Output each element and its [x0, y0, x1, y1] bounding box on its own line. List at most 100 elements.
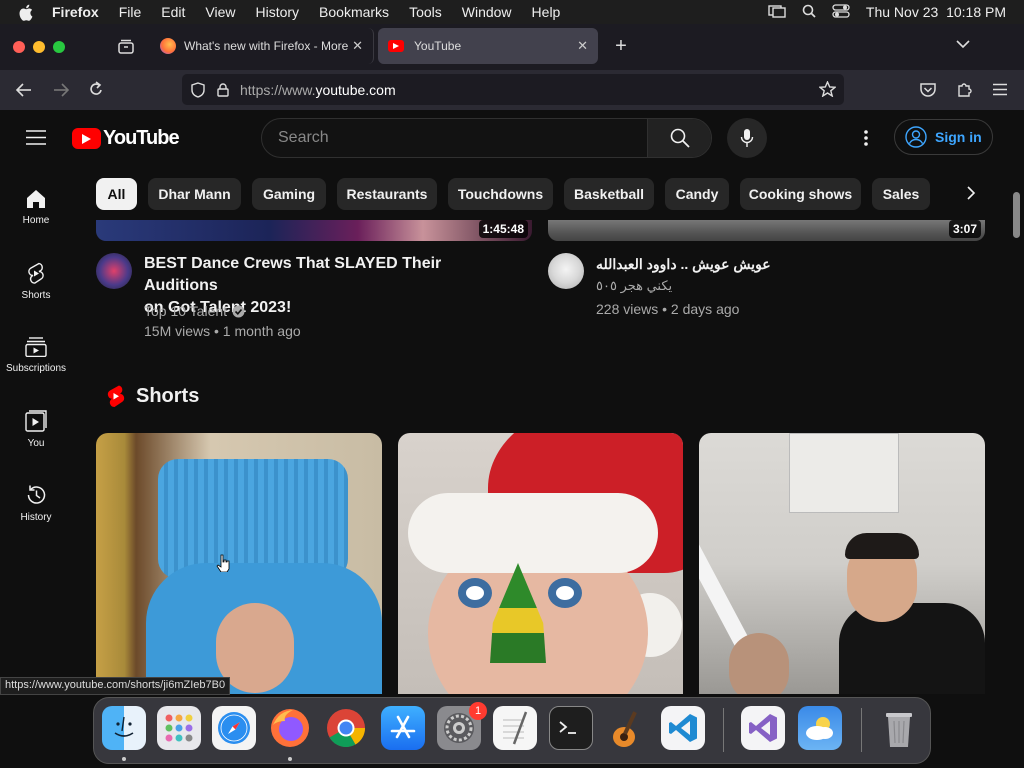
menu-edit[interactable]: Edit — [161, 4, 185, 20]
dock-launchpad-icon[interactable] — [157, 706, 201, 750]
channel-name[interactable]: يكني هجر ٥٠٥ — [596, 278, 672, 294]
tab-youtube[interactable]: YouTube ✕ — [378, 28, 598, 64]
address-bar[interactable]: https://www.youtube.com — [182, 74, 844, 105]
youtube-logo-text: YouTube — [103, 127, 180, 149]
sidebar-item-history[interactable]: History — [0, 466, 72, 540]
apple-icon[interactable] — [18, 4, 36, 21]
dock-textedit-icon[interactable] — [493, 706, 537, 750]
tab-firefox-whats-new[interactable]: What's new with Firefox - More ✕ — [150, 28, 374, 64]
firefox-view-icon[interactable] — [117, 39, 135, 55]
chip-gaming[interactable]: Gaming — [252, 178, 326, 210]
sidebar-item-label: You — [27, 437, 45, 449]
back-arrow-icon[interactable] — [15, 82, 33, 98]
dock-vscode-icon[interactable] — [661, 706, 705, 750]
minimize-window-button[interactable] — [33, 41, 45, 53]
short-figure-eye — [458, 578, 492, 608]
chip-candy[interactable]: Candy — [665, 178, 729, 210]
sidebar-item-shorts[interactable]: Shorts — [0, 244, 72, 318]
url-prefix: https://www. — [240, 81, 316, 98]
sidebar-item-subscriptions[interactable]: Subscriptions — [0, 318, 72, 392]
dock-visual-studio-icon[interactable] — [741, 706, 785, 750]
dock-weather-icon[interactable] — [798, 706, 842, 750]
chip-basketball[interactable]: Basketball — [564, 178, 654, 210]
menu-bookmarks[interactable]: Bookmarks — [319, 4, 389, 20]
menu-window[interactable]: Window — [462, 4, 512, 20]
dock-app-store-icon[interactable] — [381, 706, 425, 750]
video-title[interactable]: عويش عويش .. داوود العبدالله — [596, 253, 771, 275]
menubar-clock[interactable]: Thu Nov 23 10:18 PM — [866, 4, 1006, 20]
channel-avatar[interactable] — [548, 253, 584, 289]
new-tab-icon[interactable]: + — [612, 35, 630, 57]
menu-view[interactable]: View — [205, 4, 235, 20]
browser-nav-bar: https://www.youtube.com — [0, 70, 1024, 110]
menu-file[interactable]: File — [119, 4, 142, 20]
forward-arrow-icon[interactable] — [52, 82, 70, 98]
channel-avatar[interactable] — [96, 253, 132, 289]
url-text[interactable]: https://www.youtube.com — [240, 82, 396, 98]
channel-name[interactable]: Top 10 Talent — [144, 303, 245, 319]
dock-firefox-icon[interactable] — [268, 706, 312, 750]
chip-cooking-shows[interactable]: Cooking shows — [740, 178, 861, 210]
chip-restaurants[interactable]: Restaurants — [337, 178, 437, 210]
list-all-tabs-chevron-icon[interactable] — [955, 39, 971, 49]
sign-in-button[interactable]: Sign in — [894, 119, 993, 155]
spotlight-search-icon[interactable] — [802, 4, 816, 21]
dock-finder-icon[interactable] — [102, 706, 146, 750]
search-input[interactable]: Search — [278, 129, 329, 147]
menu-help[interactable]: Help — [532, 4, 561, 20]
app-menu-hamburger-icon[interactable] — [992, 83, 1008, 96]
firefox-favicon-icon — [160, 38, 176, 54]
video-stats: 15M views • 1 month ago — [144, 323, 301, 339]
short-thumbnail[interactable] — [699, 433, 985, 694]
video-stats: 228 views • 2 days ago — [596, 301, 740, 317]
page-scrollbar-thumb[interactable] — [1013, 192, 1020, 238]
short-figure-hat-brim — [408, 493, 658, 573]
chip-all[interactable]: All — [96, 178, 137, 210]
tracking-protection-shield-icon[interactable] — [190, 81, 206, 98]
sidebar-item-you[interactable]: You — [0, 392, 72, 466]
link-status-preview: https://www.youtube.com/shorts/ji6mZIeb7… — [0, 677, 231, 695]
dock-trash-icon[interactable] — [877, 706, 921, 750]
dock-safari-icon[interactable] — [212, 706, 256, 750]
dock-terminal-icon[interactable] — [549, 706, 593, 750]
menu-history[interactable]: History — [255, 4, 299, 20]
sign-in-label: Sign in — [935, 129, 982, 145]
shorts-heading: Shorts — [106, 384, 199, 408]
chip-touchdowns[interactable]: Touchdowns — [448, 178, 553, 210]
video-thumbnail[interactable]: 3:07 — [548, 220, 985, 241]
menu-tools[interactable]: Tools — [409, 4, 442, 20]
close-window-button[interactable] — [13, 41, 25, 53]
close-tab-icon[interactable]: ✕ — [352, 38, 363, 54]
control-center-icon[interactable] — [832, 3, 850, 21]
dock-garageband-icon[interactable] — [605, 706, 649, 750]
menu-app-firefox[interactable]: Firefox — [52, 4, 99, 20]
settings-more-icon[interactable] — [858, 128, 874, 148]
youtube-logo[interactable]: YouTube — [72, 127, 180, 150]
youtube-logo-icon — [72, 128, 101, 149]
guide-menu-icon[interactable] — [26, 130, 46, 145]
sidebar-item-home[interactable]: Home — [0, 170, 72, 244]
dock-divider — [861, 708, 862, 752]
screen-mirroring-icon[interactable] — [768, 4, 786, 21]
pocket-icon[interactable] — [920, 82, 936, 97]
search-box[interactable]: Search — [261, 118, 712, 158]
close-tab-icon[interactable]: ✕ — [577, 38, 588, 54]
reload-icon[interactable] — [88, 81, 104, 98]
zoom-window-button[interactable] — [53, 41, 65, 53]
extensions-puzzle-icon[interactable] — [956, 81, 973, 98]
chip-dhar-mann[interactable]: Dhar Mann — [148, 178, 241, 210]
short-thumbnail[interactable] — [96, 433, 382, 694]
video-duration-badge: 1:45:48 — [478, 220, 528, 238]
sidebar-item-label: Home — [22, 214, 50, 226]
search-button[interactable] — [647, 119, 711, 157]
bookmark-star-icon[interactable] — [819, 81, 836, 97]
chips-next-chevron-icon[interactable] — [966, 186, 976, 200]
dock-chrome-icon[interactable] — [324, 706, 368, 750]
voice-search-button[interactable] — [727, 118, 767, 158]
lock-icon[interactable] — [216, 82, 230, 97]
video-thumbnail[interactable]: 1:45:48 — [96, 220, 532, 241]
chip-sales[interactable]: Sales — [872, 178, 930, 210]
short-thumbnail[interactable] — [398, 433, 683, 694]
window-controls — [13, 41, 65, 53]
channel-name-label: Top 10 Talent — [144, 303, 228, 319]
